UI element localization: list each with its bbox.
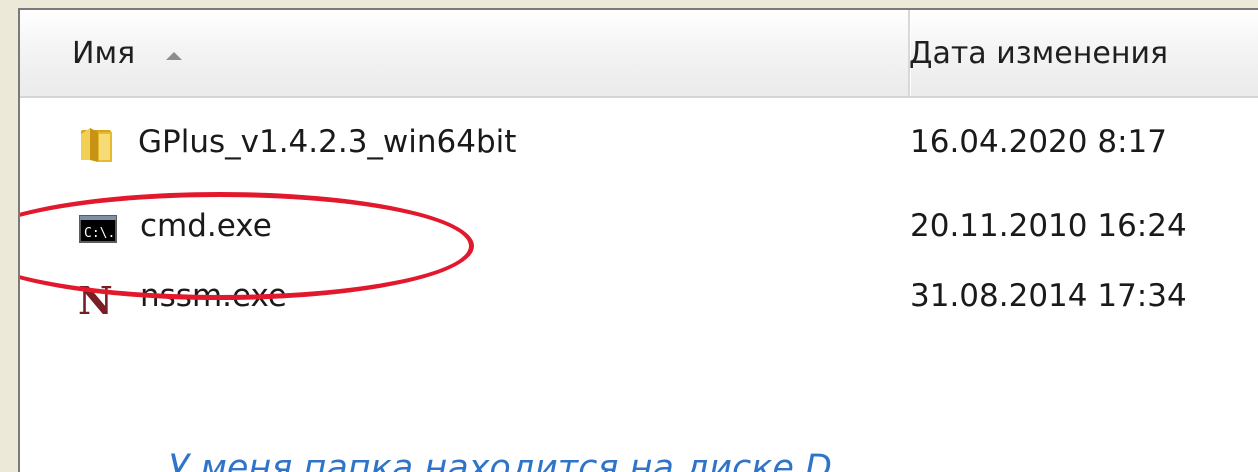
column-header-date[interactable]: Дата изменения [909, 10, 1258, 96]
nssm-icon: N [78, 280, 113, 318]
annotation-caption: У меня папка находится на диске D [168, 448, 832, 472]
column-header-date-label: Дата изменения [909, 36, 1168, 71]
file-name: cmd.exe [140, 208, 272, 244]
column-header-name-label: Имя [72, 36, 136, 71]
folder-icon [81, 128, 112, 162]
sort-ascending-icon [166, 52, 182, 60]
column-header-bar: Имя Дата изменения [20, 10, 1258, 98]
file-date: 16.04.2020 8:17 [910, 124, 1167, 160]
file-name: nssm.exe [140, 278, 287, 314]
file-date: 31.08.2014 17:34 [910, 278, 1187, 314]
file-date: 20.11.2010 16:24 [910, 208, 1187, 244]
file-list-window: Имя Дата изменения GPlus_v1.4.2.3_win64b… [18, 8, 1258, 472]
file-row-nssm[interactable]: N nssm.exe 31.08.2014 17:34 [20, 264, 1258, 334]
svg-text:N: N [78, 280, 113, 318]
column-header-name[interactable]: Имя [20, 10, 908, 96]
file-name: GPlus_v1.4.2.3_win64bit [138, 124, 517, 160]
file-row-gplus-folder[interactable]: GPlus_v1.4.2.3_win64bit 16.04.2020 8:17 [20, 110, 1258, 180]
file-row-cmd[interactable]: C:\. cmd.exe 20.11.2010 16:24 [20, 194, 1258, 264]
console-icon: C:\. [79, 215, 117, 243]
svg-text:C:\.: C:\. [84, 226, 115, 241]
